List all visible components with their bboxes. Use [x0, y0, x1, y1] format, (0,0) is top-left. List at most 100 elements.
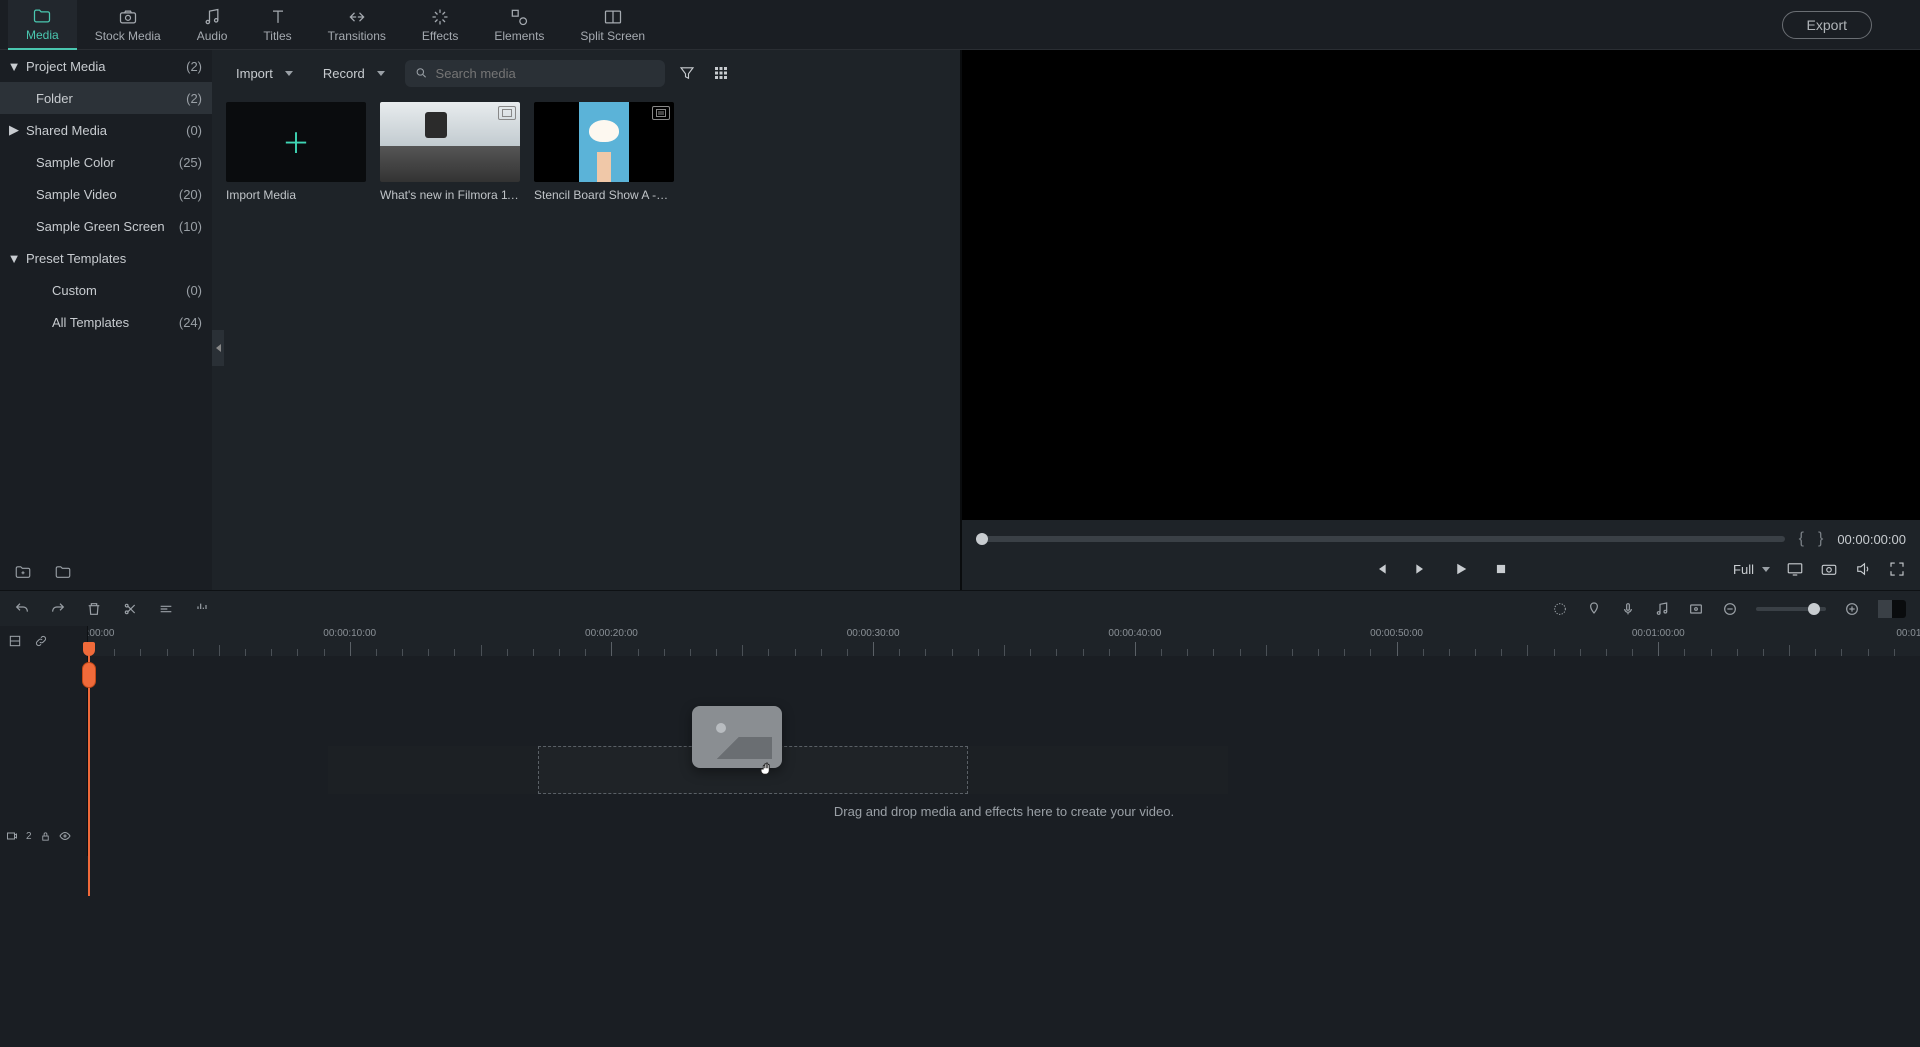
- ruler-timecode: 00:00:40:00: [1108, 628, 1161, 639]
- sidebar-label: Sample Color: [36, 155, 115, 170]
- preview-panel: { } 00:00:00:00 Full: [960, 50, 1920, 590]
- preview-controls: { } 00:00:00:00 Full: [962, 520, 1920, 590]
- search-input[interactable]: [436, 66, 655, 81]
- sidebar-label: Custom: [52, 283, 97, 298]
- scrub-handle[interactable]: [976, 533, 988, 545]
- playhead-knob[interactable]: [82, 662, 96, 688]
- sidebar-item-shared-media[interactable]: ▶Shared Media (0): [0, 114, 212, 146]
- collapse-sidebar-handle[interactable]: [212, 330, 224, 366]
- quality-selector[interactable]: Full: [1733, 562, 1770, 577]
- folder-icon[interactable]: [54, 563, 72, 581]
- view-toggle[interactable]: [1878, 600, 1906, 618]
- ruler-timecode: 00:00:00:00: [88, 628, 114, 639]
- sidebar-item-folder[interactable]: Folder (2): [0, 82, 212, 114]
- voiceover-icon[interactable]: [1620, 601, 1636, 617]
- import-dropdown[interactable]: Import: [226, 60, 303, 87]
- filter-icon[interactable]: [675, 61, 699, 85]
- grid-view-icon[interactable]: [709, 61, 733, 85]
- display-icon[interactable]: [1786, 560, 1804, 578]
- new-folder-icon[interactable]: [14, 563, 32, 581]
- play-button[interactable]: [1450, 558, 1472, 580]
- marker-icon[interactable]: [1586, 601, 1602, 617]
- timeline-canvas[interactable]: Drag and drop media and effects here to …: [88, 656, 1920, 856]
- volume-icon[interactable]: [1854, 560, 1872, 578]
- redo-icon[interactable]: [50, 601, 66, 617]
- undo-icon[interactable]: [14, 601, 30, 617]
- ruler-timecode: 00:00:20:00: [585, 628, 638, 639]
- sidebar-item-custom[interactable]: Custom (0): [0, 274, 212, 306]
- tab-effects[interactable]: Effects: [404, 0, 476, 50]
- tab-transitions[interactable]: Transitions: [310, 0, 404, 50]
- export-button[interactable]: Export: [1782, 11, 1872, 39]
- chevron-right-icon: ▶: [8, 124, 20, 136]
- mixer-icon[interactable]: [1654, 601, 1670, 617]
- tab-stock-media[interactable]: Stock Media: [77, 0, 179, 50]
- prev-frame-button[interactable]: [1370, 558, 1392, 580]
- chevron-down-icon: ▼: [8, 252, 20, 264]
- sparkle-icon: [430, 7, 450, 27]
- audio-edit-icon[interactable]: [194, 601, 210, 617]
- zoom-out-icon[interactable]: [1722, 601, 1738, 617]
- playhead[interactable]: [88, 656, 90, 896]
- mark-out-icon[interactable]: }: [1818, 530, 1823, 548]
- scrub-track[interactable]: [976, 536, 1785, 542]
- link-icon[interactable]: [34, 634, 48, 648]
- track-header-2[interactable]: 2: [0, 816, 87, 856]
- tab-audio[interactable]: Audio: [179, 0, 246, 50]
- stop-button[interactable]: [1490, 558, 1512, 580]
- edit-icon[interactable]: [158, 601, 174, 617]
- video-badge-icon: [498, 106, 516, 120]
- next-frame-button[interactable]: [1410, 558, 1432, 580]
- tab-media[interactable]: Media: [8, 0, 77, 50]
- sidebar-item-sample-color[interactable]: Sample Color (25): [0, 146, 212, 178]
- preview-canvas[interactable]: [962, 50, 1920, 520]
- media-clip-1[interactable]: What's new in Filmora 11…: [380, 102, 520, 202]
- media-sidebar: ▼Project Media (2) Folder (2) ▶Shared Me…: [0, 50, 212, 590]
- tab-label: Stock Media: [95, 29, 161, 43]
- tab-elements[interactable]: Elements: [476, 0, 562, 50]
- media-clip-2[interactable]: Stencil Board Show A -N…: [534, 102, 674, 202]
- zoom-slider[interactable]: [1756, 607, 1826, 611]
- sidebar-count: (0): [186, 283, 202, 298]
- ruler-timecode: 00:00:10:00: [323, 628, 376, 639]
- media-toolbar: Import Record: [212, 50, 960, 96]
- delete-icon[interactable]: [86, 601, 102, 617]
- tab-label: Split Screen: [580, 29, 645, 43]
- snapshot-icon[interactable]: [1820, 560, 1838, 578]
- tab-split-screen[interactable]: Split Screen: [562, 0, 663, 50]
- sidebar-label: Sample Green Screen: [36, 219, 165, 234]
- video-badge-icon: [652, 106, 670, 120]
- zoom-thumb[interactable]: [1808, 603, 1820, 615]
- sidebar-item-preset-templates[interactable]: ▼Preset Templates: [0, 242, 212, 274]
- import-media-tile[interactable]: ＋ Import Media: [226, 102, 366, 202]
- track-header-corner: [0, 626, 88, 656]
- split-icon[interactable]: [122, 601, 138, 617]
- chevron-down-icon: ▼: [8, 60, 20, 72]
- video-track-icon: [6, 830, 18, 842]
- keyframe-icon[interactable]: [1688, 601, 1704, 617]
- search-icon: [415, 66, 428, 80]
- sidebar-label: Shared Media: [26, 123, 107, 138]
- lock-icon[interactable]: [40, 831, 51, 842]
- sidebar-item-sample-green-screen[interactable]: Sample Green Screen (10): [0, 210, 212, 242]
- tab-titles[interactable]: Titles: [245, 0, 309, 50]
- record-dropdown[interactable]: Record: [313, 60, 395, 87]
- sidebar-label: Project Media: [26, 59, 105, 74]
- folder-icon: [32, 6, 52, 26]
- search-box[interactable]: [405, 60, 665, 87]
- sidebar-item-project-media[interactable]: ▼Project Media (2): [0, 50, 212, 82]
- sidebar-item-all-templates[interactable]: All Templates (24): [0, 306, 212, 338]
- track-options-icon[interactable]: [8, 634, 22, 648]
- thumb-label: What's new in Filmora 11…: [380, 188, 520, 202]
- zoom-in-icon[interactable]: [1844, 601, 1860, 617]
- render-icon[interactable]: [1552, 601, 1568, 617]
- timeline-ruler[interactable]: 00:00:00:0000:00:10:0000:00:20:0000:00:3…: [88, 626, 1920, 656]
- mark-in-icon[interactable]: {: [1799, 530, 1804, 548]
- fullscreen-icon[interactable]: [1888, 560, 1906, 578]
- track-number: 2: [26, 831, 32, 842]
- sidebar-label: Folder: [36, 91, 73, 106]
- transition-icon: [347, 7, 367, 27]
- eye-icon[interactable]: [59, 830, 71, 842]
- chevron-down-icon: [285, 71, 293, 76]
- sidebar-item-sample-video[interactable]: Sample Video (20): [0, 178, 212, 210]
